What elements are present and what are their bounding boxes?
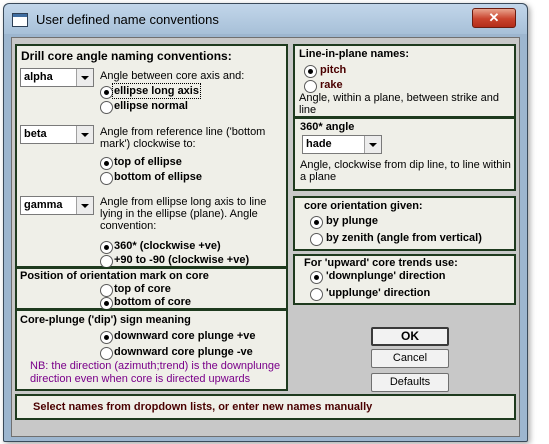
upward-trends-group: For 'upward' core trends use: 'downplung… bbox=[293, 254, 516, 305]
orientation-bottom-of-core-label[interactable]: bottom of core bbox=[114, 296, 191, 308]
orientation-top-of-core-radio[interactable] bbox=[100, 284, 113, 297]
rake-label[interactable]: rake bbox=[320, 79, 343, 91]
core-plunge-group: Core-plunge ('dip') sign meaning downwar… bbox=[15, 309, 288, 391]
hade-value: hade bbox=[306, 138, 332, 150]
by-plunge-label[interactable]: by plunge bbox=[326, 215, 378, 227]
hade-combo[interactable]: hade bbox=[302, 135, 382, 154]
beta-value: beta bbox=[24, 128, 47, 140]
downplunge-radio[interactable] bbox=[310, 271, 323, 284]
ok-button[interactable]: OK bbox=[371, 327, 449, 346]
beta-description: Angle from reference line ('bottom mark'… bbox=[100, 126, 266, 150]
plunge-positive-label[interactable]: downward core plunge +ve bbox=[114, 330, 256, 342]
cancel-button[interactable]: Cancel bbox=[371, 349, 449, 368]
close-button[interactable]: ✕ bbox=[472, 8, 516, 28]
pitch-label[interactable]: pitch bbox=[320, 64, 346, 76]
upward-trends-title: For 'upward' core trends use: bbox=[304, 257, 458, 269]
alpha-option-ellipse-normal-label[interactable]: ellipse normal bbox=[114, 100, 188, 112]
title-bar[interactable]: User defined name conventions ✕ bbox=[4, 4, 527, 34]
orientation-top-of-core-label[interactable]: top of core bbox=[114, 283, 171, 295]
core-orientation-group: core orientation given: by plunge by zen… bbox=[293, 196, 516, 251]
line-in-plane-title: Line-in-plane names: bbox=[299, 48, 410, 60]
gamma-combo[interactable]: gamma bbox=[20, 196, 94, 215]
angle-360-title: 360* angle bbox=[300, 121, 355, 133]
gamma-option-90-label[interactable]: +90 to -90 (clockwise +ve) bbox=[114, 254, 249, 266]
status-text: Select names from dropdown lists, or ent… bbox=[33, 401, 373, 413]
beta-option-bottom-of-ellipse-radio[interactable] bbox=[100, 172, 113, 185]
gamma-option-360-radio[interactable] bbox=[100, 241, 113, 254]
window-title: User defined name conventions bbox=[36, 12, 219, 27]
dialog-client-area: Drill core angle naming conventions: alp… bbox=[11, 37, 520, 437]
alpha-value: alpha bbox=[24, 71, 53, 83]
chevron-down-icon[interactable] bbox=[76, 197, 93, 214]
plunge-positive-radio[interactable] bbox=[100, 331, 113, 344]
app-icon bbox=[12, 13, 28, 27]
angle-360-description: Angle, clockwise from dip line, to line … bbox=[300, 159, 511, 183]
chevron-down-icon[interactable] bbox=[76, 126, 93, 143]
beta-combo[interactable]: beta bbox=[20, 125, 94, 144]
plunge-negative-radio[interactable] bbox=[100, 347, 113, 360]
angle-360-group: 360* angle hade Angle, clockwise from di… bbox=[293, 117, 516, 191]
alpha-combo[interactable]: alpha bbox=[20, 68, 94, 87]
drill-core-title: Drill core angle naming conventions: bbox=[21, 49, 232, 63]
beta-option-top-of-ellipse-label[interactable]: top of ellipse bbox=[114, 156, 182, 168]
gamma-value: gamma bbox=[24, 199, 63, 211]
orientation-mark-group: Position of orientation mark on core top… bbox=[15, 267, 288, 310]
upplunge-radio[interactable] bbox=[310, 288, 323, 301]
line-in-plane-description: Angle, within a plane, between strike an… bbox=[299, 92, 499, 116]
gamma-option-360-label[interactable]: 360* (clockwise +ve) bbox=[114, 240, 221, 252]
gamma-description: Angle from ellipse long axis to line lyi… bbox=[100, 196, 267, 232]
alpha-option-ellipse-long-axis-radio[interactable] bbox=[100, 86, 113, 99]
by-zenith-radio[interactable] bbox=[310, 233, 323, 246]
defaults-button[interactable]: Defaults bbox=[371, 373, 449, 392]
plunge-negative-label[interactable]: downward core plunge -ve bbox=[114, 346, 253, 358]
core-plunge-title: Core-plunge ('dip') sign meaning bbox=[20, 314, 191, 326]
beta-option-bottom-of-ellipse-label[interactable]: bottom of ellipse bbox=[114, 171, 202, 183]
core-orientation-title: core orientation given: bbox=[304, 200, 423, 212]
chevron-down-icon[interactable] bbox=[76, 69, 93, 86]
by-zenith-label[interactable]: by zenith (angle from vertical) bbox=[326, 232, 482, 244]
beta-option-top-of-ellipse-radio[interactable] bbox=[100, 157, 113, 170]
downplunge-label[interactable]: 'downplunge' direction bbox=[326, 270, 446, 282]
by-plunge-radio[interactable] bbox=[310, 216, 323, 229]
dialog-window: User defined name conventions ✕ Drill co… bbox=[3, 3, 528, 442]
alpha-option-ellipse-long-axis-label[interactable]: ellipse long axis bbox=[112, 83, 201, 99]
alpha-option-ellipse-normal-radio[interactable] bbox=[100, 101, 113, 114]
pitch-radio[interactable] bbox=[304, 65, 317, 78]
alpha-description: Angle between core axis and: bbox=[100, 70, 245, 82]
chevron-down-icon[interactable] bbox=[364, 136, 381, 153]
status-bar: Select names from dropdown lists, or ent… bbox=[15, 394, 516, 420]
core-plunge-note: NB: the direction (azimuth;trend) is the… bbox=[30, 360, 281, 385]
line-in-plane-group: Line-in-plane names: pitch rake Angle, w… bbox=[293, 44, 516, 118]
upplunge-label[interactable]: 'upplunge' direction bbox=[326, 287, 430, 299]
drill-core-group: Drill core angle naming conventions: alp… bbox=[15, 44, 288, 268]
orientation-mark-title: Position of orientation mark on core bbox=[20, 270, 209, 282]
